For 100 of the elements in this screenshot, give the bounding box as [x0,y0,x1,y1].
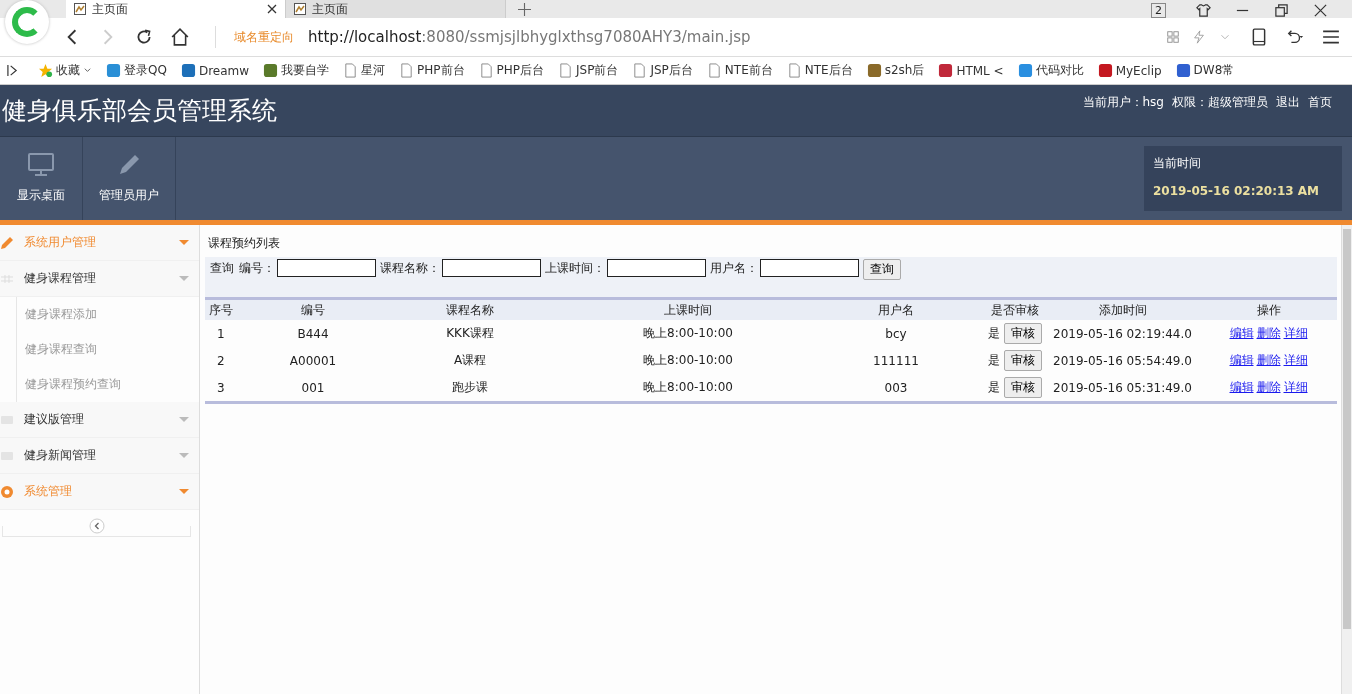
search-label: 查询 [210,260,234,277]
page-icon [399,63,415,78]
table-cell: 是 [988,379,1000,396]
page-icon [786,63,802,78]
browser-tab[interactable]: 主页面 [286,0,506,18]
reload-icon[interactable] [135,28,153,46]
table-cell: B444 [297,326,329,341]
bookmark[interactable]: NTE后台 [786,62,853,79]
action-link[interactable]: 编辑 [1229,379,1254,396]
table-cell: 1 [217,326,225,341]
column-header: 是否审核 [990,301,1040,319]
shirt-icon[interactable] [1196,3,1211,18]
bookmark[interactable]: 代码对比 [1017,62,1084,79]
caret-icon [179,416,189,423]
pencil-icon [0,235,14,250]
bookmark[interactable]: s2sh后 [866,62,925,79]
header-link[interactable]: 首页 [1308,94,1332,111]
table-cell: 2019-05-16 02:19:44.0 [1053,326,1192,341]
table-cell: 晚上8:00-10:00 [643,353,733,367]
action-link[interactable]: 删除 [1256,325,1281,342]
column-header: 上课时间 [663,301,713,319]
menu-icon[interactable] [1322,28,1340,46]
sidebar-toggle-icon[interactable] [7,64,18,77]
page-icon [343,63,359,78]
table-cell: 2 [217,353,225,368]
search-button[interactable]: 查询 [863,259,901,280]
field-label: 课程名称： [380,260,440,277]
bookmark[interactable]: 星河 [343,62,386,79]
column-header: 编号 [300,301,326,319]
field-label: 上课时间： [545,260,605,277]
action-link[interactable]: 删除 [1256,352,1281,369]
sidebar-group[interactable]: 建议版管理 [0,402,199,438]
collapse-icon[interactable] [88,518,105,534]
tab-count[interactable]: 2 [1151,3,1166,18]
table-cell: 跑步课 [452,380,488,394]
audit-button[interactable]: 审核 [1004,323,1042,344]
input-field[interactable] [760,259,859,277]
app-title: 健身俱乐部会员管理系统 [2,95,277,127]
audit-button[interactable]: 审核 [1004,377,1042,398]
bookmark[interactable]: MyEclip [1097,63,1162,78]
star-icon [38,63,53,78]
current-time: 2019-05-16 02:20:13 AM [1153,184,1321,198]
input-field[interactable] [277,259,376,277]
caret-icon [179,452,189,459]
column-header: 序号 [208,301,234,319]
bookmark[interactable]: PHP前台 [399,62,465,79]
bookmark[interactable]: DW8常 [1175,62,1235,79]
table-cell: 111111 [873,353,919,368]
field-label: 用户名： [710,260,758,277]
table-cell: 是 [988,352,1000,369]
gear-icon [0,484,14,499]
bookmark[interactable]: HTML < [938,63,1004,78]
action-link[interactable]: 详细 [1283,325,1308,342]
table-cell: 是 [988,325,1000,342]
sidebar-group[interactable]: 健身课程管理 [0,261,199,297]
bookmark[interactable]: JSP前台 [558,62,619,79]
tab-favicon-icon [294,3,306,15]
address-field[interactable]: 域名重定向 http://localhost:8080/ssmjsjlbhyglxthsg7080AHY3/main.jsp [215,26,1154,48]
bookmark[interactable]: 我要自学 [263,62,330,79]
table-cell: KKK课程 [446,326,494,340]
header-link[interactable]: 退出 [1276,94,1300,111]
table-cell: 003 [884,380,908,395]
bookmark[interactable]: JSP后台 [632,62,693,79]
bookmark[interactable]: NTE前台 [706,62,773,79]
sidebar-group[interactable]: 健身新闻管理 [0,438,199,474]
time-label: 当前时间 [1153,155,1202,172]
restore-icon[interactable] [1274,3,1289,18]
field-label: 编号： [239,260,275,277]
close-tab-icon[interactable] [267,4,277,14]
close-icon[interactable] [1313,3,1328,18]
column-header: 用户名 [877,301,915,319]
action-link[interactable]: 详细 [1283,379,1308,396]
input-field[interactable] [607,259,706,277]
column-header: 添加时间 [1097,301,1148,319]
action-link[interactable]: 编辑 [1229,352,1254,369]
input-field[interactable] [442,259,541,277]
scrollbar[interactable] [1341,225,1352,694]
column-header: 操作 [1255,301,1282,319]
bookmark[interactable]: 收藏 [38,62,92,79]
page-icon [478,63,494,78]
tab-favicon-icon [74,3,86,15]
bookmark[interactable]: 登录QQ [106,62,167,79]
page-icon [558,63,574,78]
caret-icon [179,275,189,282]
action-link[interactable]: 详细 [1283,352,1308,369]
monitor-icon [28,153,54,177]
page-icon [706,63,722,78]
bookmark[interactable]: PHP后台 [478,62,545,79]
column-header: 课程名称 [445,301,495,319]
tablet-icon[interactable] [1250,28,1268,46]
undo-icon[interactable] [1286,28,1304,46]
audit-button[interactable]: 审核 [1004,350,1042,371]
bookmark[interactable]: Dreamw [180,63,250,78]
caret-icon [179,239,189,246]
new-tab-icon[interactable] [518,3,531,16]
action-link[interactable]: 删除 [1256,379,1281,396]
user-info: 权限：超级管理员 [1172,94,1268,111]
home-icon[interactable] [171,28,189,46]
browser-tab[interactable]: 主页面 [66,0,286,18]
action-link[interactable]: 编辑 [1229,325,1254,342]
